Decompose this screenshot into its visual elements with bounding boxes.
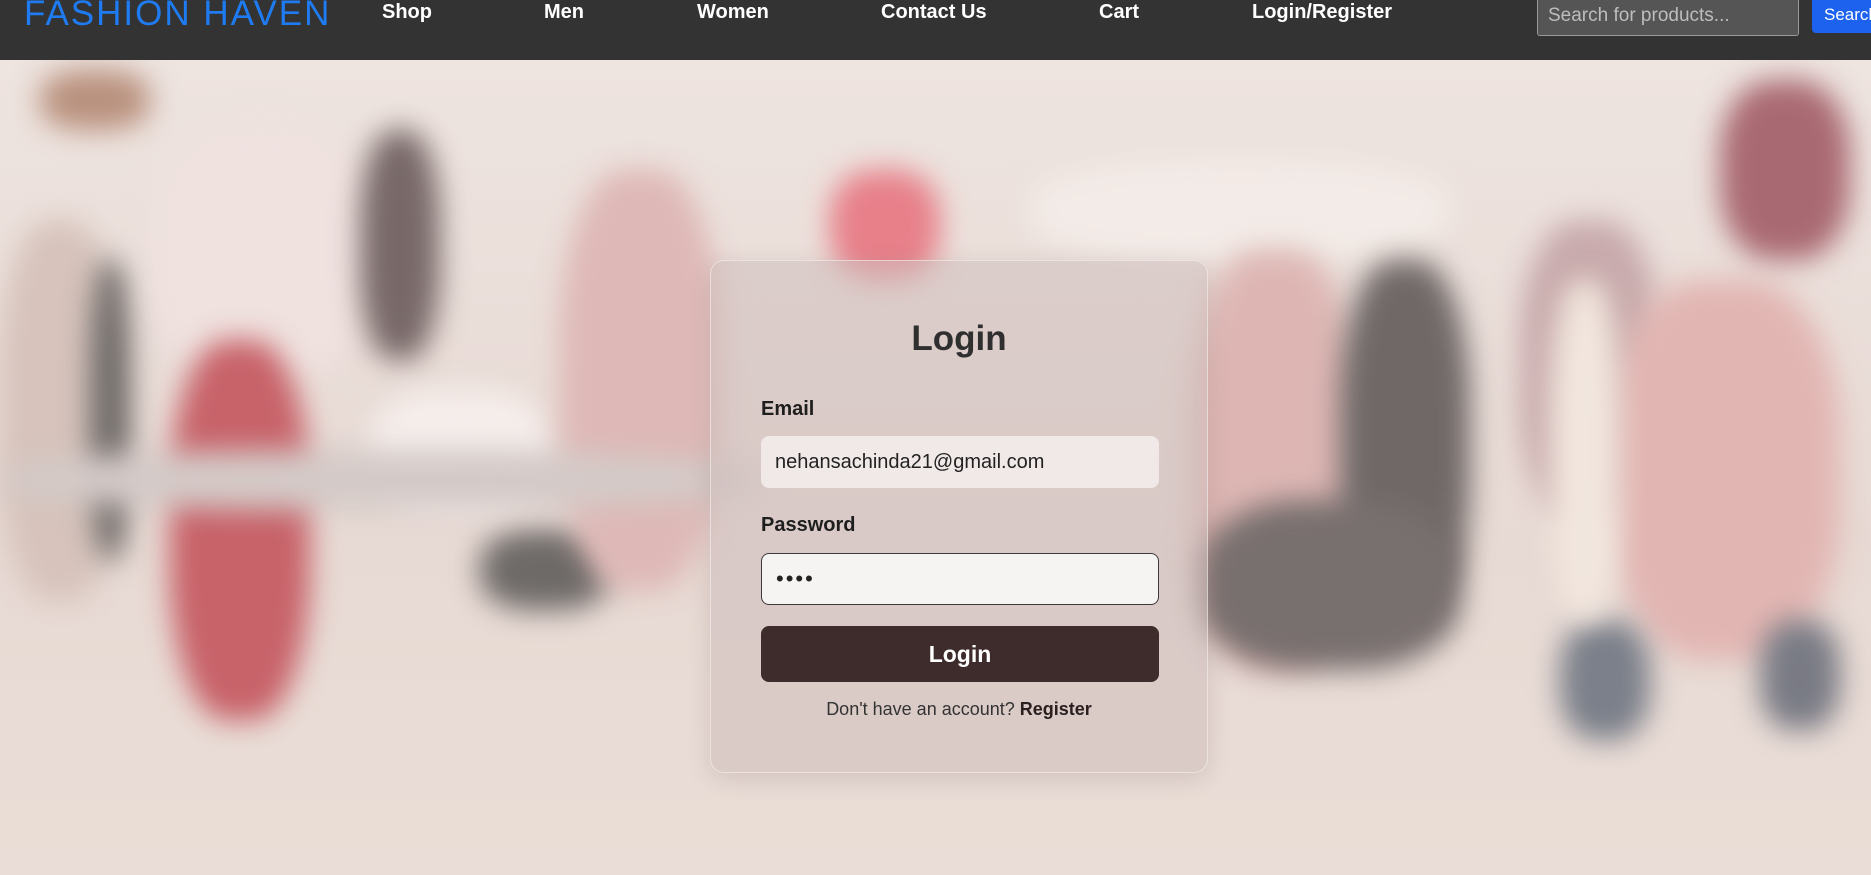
password-field[interactable] <box>761 553 1159 605</box>
login-button[interactable]: Login <box>761 626 1159 682</box>
register-prompt-text: Don't have an account? <box>826 699 1015 719</box>
nav-men[interactable]: Men <box>544 0 584 24</box>
nav-contact-us[interactable]: Contact Us <box>881 0 987 24</box>
search-input[interactable] <box>1537 0 1799 36</box>
password-label: Password <box>761 514 856 536</box>
register-prompt-row: Don't have an account? Register <box>711 699 1207 720</box>
nav-cart[interactable]: Cart <box>1099 0 1139 24</box>
email-field[interactable] <box>761 436 1159 488</box>
navbar: FASHION HAVEN Shop Men Women Contact Us … <box>0 0 1871 60</box>
nav-shop[interactable]: Shop <box>382 0 432 24</box>
login-card: Login Email Password Login Don't have an… <box>710 260 1208 773</box>
brand-logo[interactable]: FASHION HAVEN <box>24 0 331 36</box>
search-button[interactable]: Search <box>1812 0 1871 33</box>
login-title: Login <box>911 319 1007 358</box>
email-label: Email <box>761 398 815 420</box>
nav-login-register[interactable]: Login/Register <box>1252 0 1392 24</box>
nav-women[interactable]: Women <box>697 0 769 24</box>
register-link[interactable]: Register <box>1020 699 1092 719</box>
